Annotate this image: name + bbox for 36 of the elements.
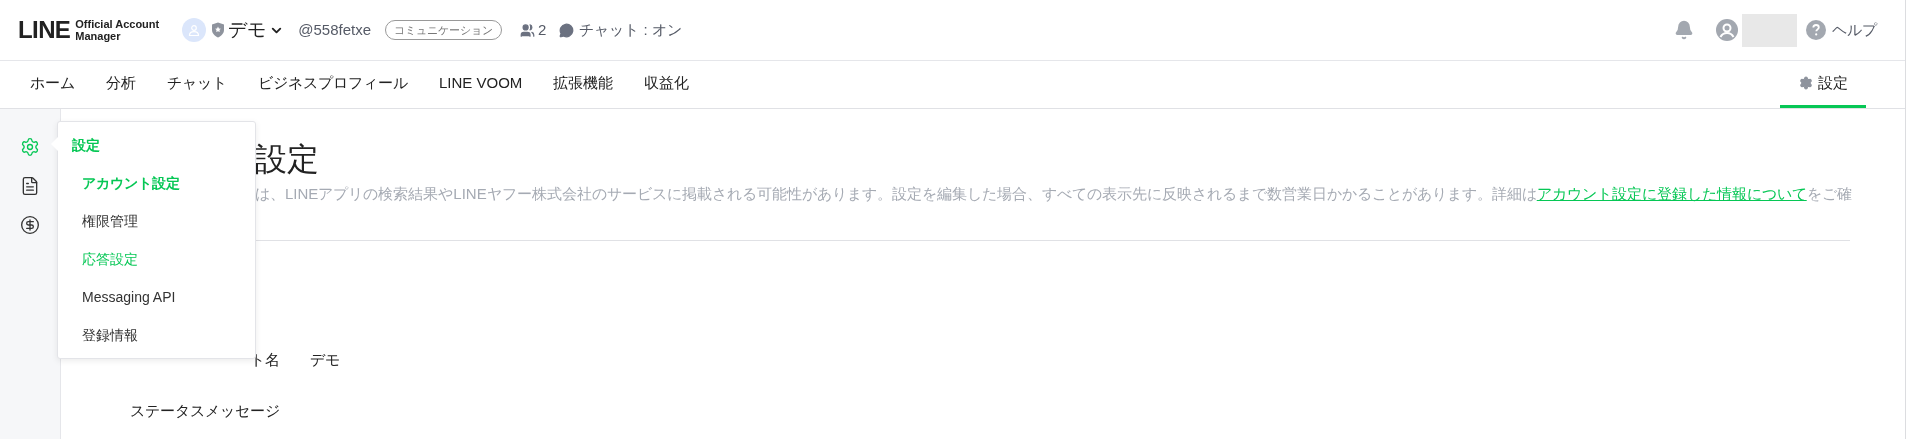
page-description: は、LINEアプリの検索結果やLINEヤフー株式会社のサービスに掲載される可能性があります。設定を編集した場合、すべての表示先に反映されるまで数営業日かかることがあります。詳細はアカウント設定に登録した情報について をご確: [255, 184, 1853, 204]
nav-tab[interactable]: チャット: [167, 61, 227, 108]
nav-tab[interactable]: ホーム: [30, 61, 75, 108]
dollar-icon[interactable]: [20, 215, 40, 235]
chat-status[interactable]: チャット : オン: [579, 18, 682, 42]
flyout-item[interactable]: 権限管理: [82, 212, 255, 230]
account-id: @558fetxe: [298, 19, 371, 40]
field-label: ステータスメッセージ: [130, 401, 280, 421]
nav-tab[interactable]: ビジネスプロフィール: [258, 61, 408, 108]
logo-subtitle: Manager: [75, 30, 122, 42]
nav-tab[interactable]: 収益化: [644, 61, 690, 108]
logo-wordmark: LINE: [18, 18, 71, 42]
page-title: 設定: [255, 140, 320, 179]
account-switcher[interactable]: デモ: [228, 15, 285, 45]
flyout-item[interactable]: 登録情報: [82, 326, 255, 344]
gear-icon: [1798, 76, 1813, 90]
settings-icon[interactable]: [20, 137, 40, 157]
nav-tab[interactable]: LINE VOOM: [439, 61, 523, 108]
shield-icon: [211, 22, 226, 38]
field-label: ト名: [249, 350, 280, 370]
nav-tab[interactable]: 拡張機能: [553, 61, 614, 108]
flyout-item[interactable]: Messaging API: [82, 288, 255, 306]
friends-count: 2: [538, 19, 547, 40]
document-icon[interactable]: [20, 176, 40, 196]
bell-icon[interactable]: [1674, 20, 1694, 40]
logo-subtitle: Official Account: [75, 18, 160, 30]
flyout-title: 設定: [72, 136, 101, 154]
friends-icon: [520, 22, 535, 38]
help-link[interactable]: ヘルプ: [1832, 18, 1877, 42]
user-icon[interactable]: [1716, 19, 1738, 41]
chat-icon: [559, 22, 575, 38]
help-icon[interactable]: [1806, 20, 1826, 40]
person-icon: [188, 24, 201, 36]
nav-tab[interactable]: 分析: [106, 61, 136, 108]
field-value: デモ: [310, 350, 341, 370]
settings-tab[interactable]: 設定: [1780, 61, 1866, 108]
